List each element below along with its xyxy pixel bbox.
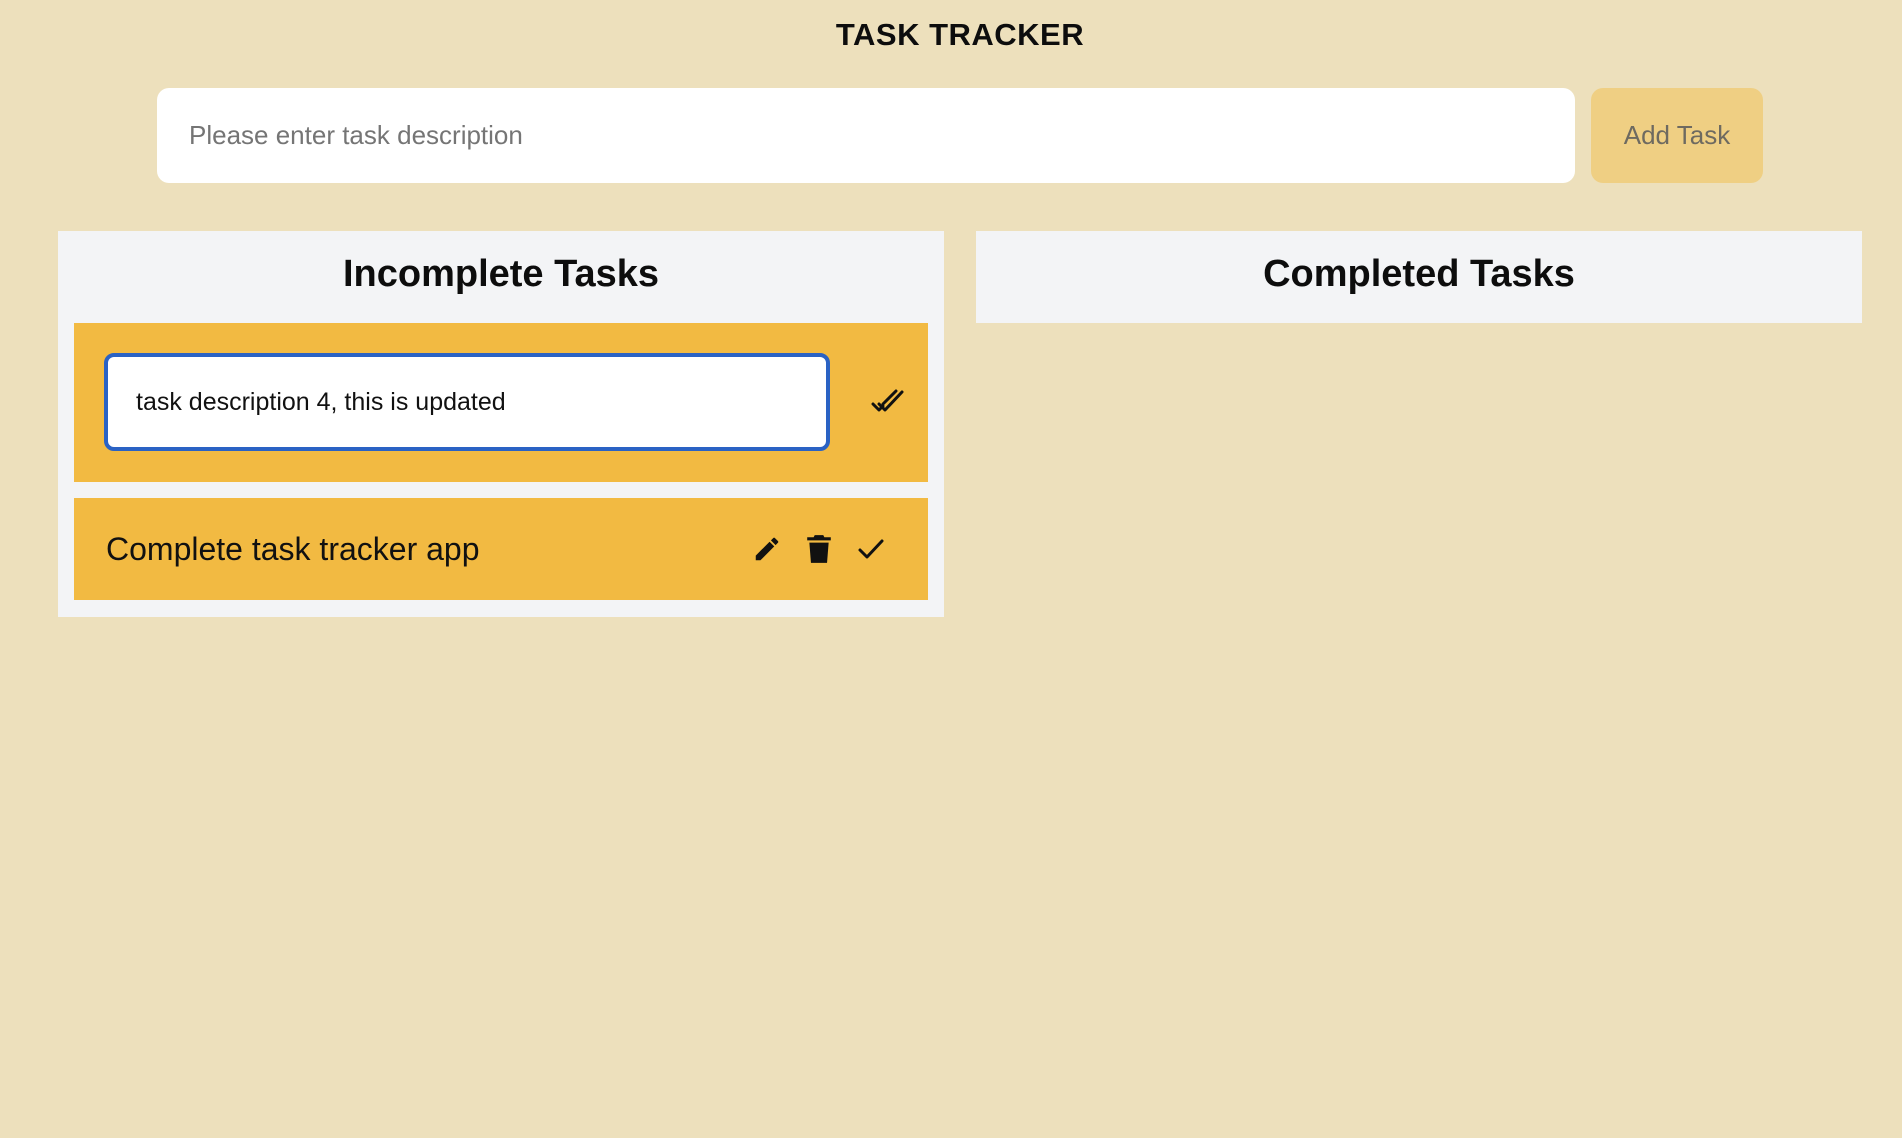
add-task-button[interactable]: Add Task bbox=[1591, 88, 1763, 183]
task-text: Complete task tracker app bbox=[106, 531, 480, 567]
incomplete-tasks-panel: Incomplete Tasks Complete task tracker a… bbox=[58, 231, 944, 617]
task-card: Complete task tracker app bbox=[74, 498, 928, 600]
completed-tasks-panel: Completed Tasks bbox=[976, 231, 1862, 323]
incomplete-tasks-heading: Incomplete Tasks bbox=[342, 253, 660, 295]
edit-task-input[interactable] bbox=[104, 353, 830, 451]
task-card-editing bbox=[74, 323, 928, 482]
trash-icon[interactable] bbox=[799, 529, 839, 569]
double-check-icon[interactable] bbox=[868, 382, 908, 422]
check-icon[interactable] bbox=[851, 529, 891, 569]
new-task-input[interactable] bbox=[157, 88, 1575, 183]
app-title: TASK TRACKER bbox=[835, 17, 1085, 52]
pencil-icon[interactable] bbox=[747, 529, 787, 569]
completed-tasks-heading: Completed Tasks bbox=[1263, 253, 1575, 295]
